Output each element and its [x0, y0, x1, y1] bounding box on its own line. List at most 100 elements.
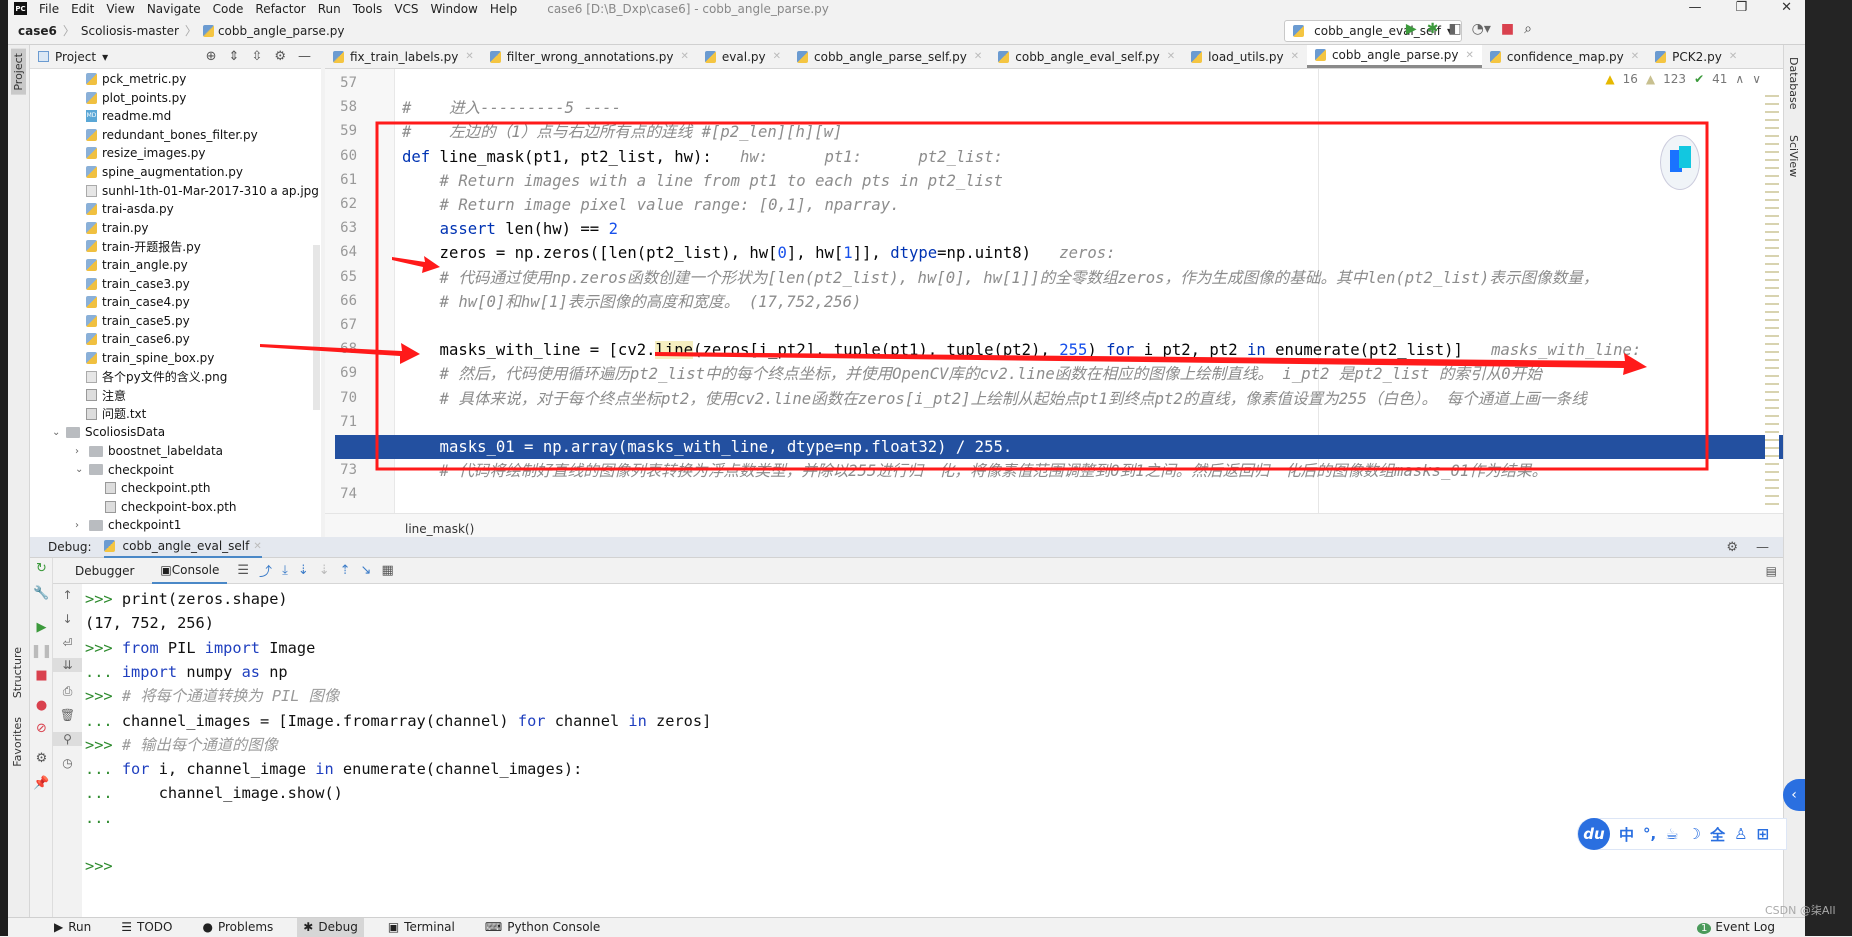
step-over-icon[interactable]: ⤓ — [282, 563, 288, 578]
arrow-up-icon[interactable]: ↑ — [53, 588, 82, 602]
python-console-icon[interactable]: ⚲ — [53, 732, 82, 746]
chevron-down-icon[interactable]: ▾ — [102, 50, 108, 64]
close-button[interactable]: ✕ — [1781, 0, 1792, 15]
scroll-to-end-icon[interactable]: ⇊ — [53, 658, 82, 672]
run-icon[interactable]: ▶ — [1406, 21, 1417, 37]
breadcrumb-project[interactable]: case6 — [18, 24, 57, 38]
expand-all-icon[interactable]: ⇕ — [229, 49, 240, 64]
structure-tool-button[interactable]: Structure — [11, 647, 24, 698]
close-icon[interactable]: ✕ — [465, 51, 473, 62]
breakpoints-icon[interactable]: ● — [30, 698, 53, 713]
tree-item[interactable]: train_angle.py — [86, 256, 188, 274]
night-mode-icon[interactable]: ☽ — [1688, 825, 1701, 843]
tree-item[interactable]: resize_images.py — [86, 144, 205, 162]
editor-tab[interactable]: confidence_map.py ✕ — [1482, 45, 1647, 68]
tree-item[interactable]: train_spine_box.py — [86, 349, 214, 367]
tree-item[interactable]: › checkpoint1 — [75, 516, 181, 534]
minimize-button[interactable]: — — [1688, 0, 1701, 15]
gear-icon[interactable]: ⚙ — [274, 49, 286, 64]
tree-item[interactable]: train-开题报告.py — [86, 237, 201, 255]
tool-window-todo[interactable]: ☰ TODO — [115, 918, 178, 937]
tree-item[interactable]: sunhl-1th-01-Mar-2017-310 a ap.jpg — [86, 182, 319, 200]
menu-file[interactable]: File — [39, 2, 59, 16]
tree-item[interactable]: train_case3.py — [86, 275, 190, 293]
resume-icon[interactable]: ▶ — [30, 620, 53, 635]
editor-tab[interactable]: cobb_angle_parse.py ✕ — [1306, 45, 1482, 68]
toolbox-icon[interactable]: ⊞ — [1757, 825, 1770, 843]
baidu-ime-logo[interactable]: du — [1578, 818, 1610, 850]
menu-help[interactable]: Help — [490, 2, 517, 16]
breadcrumb-folder[interactable]: Scoliosis-master — [81, 24, 179, 38]
maximize-button[interactable]: ❐ — [1735, 0, 1747, 15]
close-icon[interactable]: ✕ — [1291, 51, 1299, 62]
tree-item[interactable]: spine_augmentation.py — [86, 163, 243, 181]
tree-item[interactable]: 各个py文件的含义.png — [86, 368, 227, 386]
pin-icon[interactable]: 📌 — [30, 776, 53, 791]
stop-icon[interactable]: ■ — [1501, 21, 1514, 37]
editor-tab[interactable]: fix_train_labels.py ✕ — [325, 45, 482, 68]
coverage-icon[interactable]: ◧ — [1448, 21, 1461, 37]
tree-item[interactable]: pck_metric.py — [86, 70, 186, 88]
tree-item[interactable]: redundant_bones_filter.py — [86, 126, 258, 144]
error-stripe[interactable] — [1765, 89, 1779, 509]
event-log-button[interactable]: 1 Event Log — [1697, 920, 1775, 934]
chevron-down-icon[interactable]: ⌄ — [75, 464, 89, 475]
collapse-all-icon[interactable]: ⇳ — [251, 49, 262, 64]
hide-icon[interactable]: — — [1756, 540, 1769, 555]
menu-window[interactable]: Window — [431, 2, 478, 16]
tab-console[interactable]: ▣ Console — [152, 558, 228, 584]
mute-breakpoints-icon[interactable]: ⊘ — [30, 721, 53, 736]
gear-icon[interactable]: ⚙ — [1726, 540, 1738, 555]
favorites-tool-button[interactable]: Favorites — [11, 717, 24, 767]
tree-item[interactable]: ⌄ ScoliosisData — [52, 423, 165, 441]
close-icon[interactable]: ✕ — [253, 541, 261, 552]
editor-tab[interactable]: cobb_angle_eval_self.py ✕ — [990, 45, 1183, 68]
menu-view[interactable]: View — [106, 2, 134, 16]
history-icon[interactable]: ◷ — [53, 756, 82, 770]
step-into-my-code-icon[interactable]: ⇣ — [319, 563, 330, 578]
database-tool-button[interactable]: Database — [1787, 57, 1800, 110]
close-icon[interactable]: ✕ — [1466, 50, 1474, 61]
menu-run[interactable]: Run — [318, 2, 341, 16]
floating-assistant-icon[interactable] — [1660, 135, 1700, 190]
tree-item[interactable]: train_case4.py — [86, 293, 190, 311]
inspection-widget[interactable]: ▲ 16 ▲ 123 ✔ 41 ∧ ∨ — [1605, 72, 1761, 86]
menu-refactor[interactable]: Refactor — [255, 2, 305, 16]
layout-icon[interactable]: ▤ — [1766, 564, 1777, 578]
project-panel-title[interactable]: Project — [55, 50, 96, 64]
menu-vcs[interactable]: VCS — [394, 2, 418, 16]
tree-item[interactable]: checkpoint-box.pth — [105, 498, 237, 516]
debug-icon[interactable]: ✱ — [1427, 21, 1439, 37]
close-icon[interactable]: ✕ — [681, 51, 689, 62]
editor-tab[interactable]: eval.py ✕ — [697, 45, 789, 68]
editor-tab[interactable]: load_utils.py ✕ — [1183, 45, 1307, 68]
pause-icon[interactable]: ❚❚ — [30, 644, 53, 659]
chevron-right-icon[interactable]: › — [75, 520, 89, 531]
menu-icon[interactable]: ☰ — [237, 563, 249, 578]
tree-item[interactable]: train_case5.py — [86, 312, 190, 330]
sciview-tool-button[interactable]: SciView — [1787, 135, 1800, 177]
tool-window-debug[interactable]: ✱ Debug — [297, 917, 364, 937]
search-icon[interactable]: ⌕ — [1524, 21, 1532, 37]
editor-tab[interactable]: PCK2.py ✕ — [1647, 45, 1745, 68]
tool-window-problems[interactable]: ● Problems — [196, 918, 279, 937]
step-into-icon[interactable]: ⇣ — [298, 563, 309, 578]
tree-item[interactable]: 注意 — [86, 386, 126, 404]
locate-icon[interactable]: ⊕ — [206, 49, 217, 64]
python-console[interactable]: >>> print(zeros.shape) (17, 752, 256) >>> … — [82, 584, 1783, 917]
menu-navigate[interactable]: Navigate — [147, 2, 201, 16]
tool-window-run[interactable]: ▶ Run — [48, 918, 97, 937]
print-icon[interactable]: ⎙ — [53, 684, 82, 699]
full-width-icon[interactable]: 全 — [1710, 824, 1725, 845]
tree-item[interactable]: ⌄ checkpoint — [75, 461, 174, 479]
step-out-icon[interactable]: ⇡ — [340, 563, 351, 578]
chevron-right-icon[interactable]: › — [75, 446, 89, 457]
skin-icon[interactable]: ☕ — [1665, 825, 1678, 843]
profile-icon[interactable]: ◔▾ — [1472, 21, 1491, 37]
settings-wrench-icon[interactable]: 🔧 — [30, 586, 53, 601]
tree-item[interactable]: train.py — [86, 219, 148, 237]
breadcrumb-file[interactable]: cobb_angle_parse.py — [202, 24, 344, 38]
project-tool-button[interactable]: Project — [11, 49, 26, 95]
tree-item[interactable]: › boostnet_labeldata — [75, 442, 223, 460]
next-highlight-icon[interactable]: ∨ — [1752, 72, 1761, 86]
